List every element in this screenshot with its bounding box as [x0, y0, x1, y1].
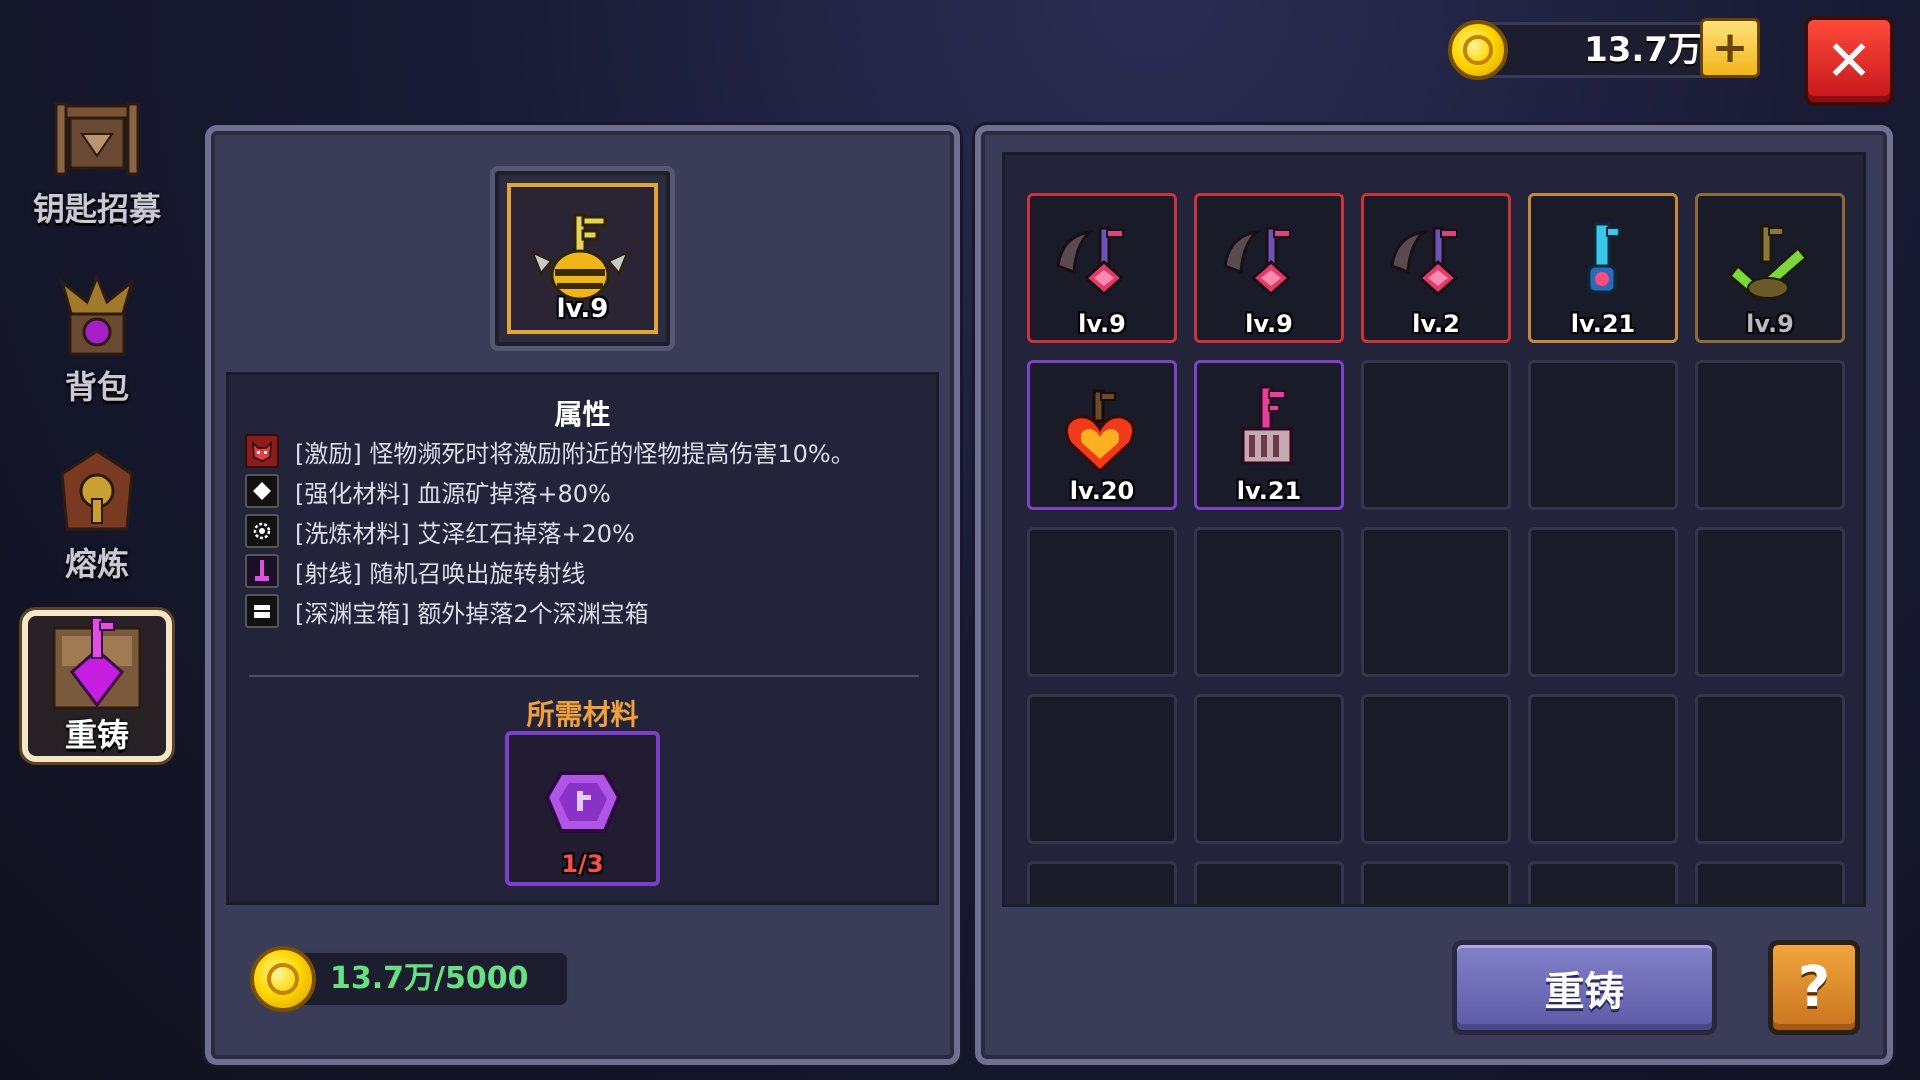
inventory-empty-slot[interactable] — [1027, 861, 1177, 904]
inventory-empty-slot[interactable] — [1695, 360, 1845, 510]
equipped-item-slot[interactable]: lv.9 — [507, 183, 658, 334]
inventory-item-slot[interactable]: lv.9 — [1194, 193, 1344, 343]
inventory-empty-slot[interactable] — [1528, 861, 1678, 904]
inventory-empty-slot[interactable] — [1695, 861, 1845, 904]
sidebar-item-reforge[interactable]: 重铸 — [22, 610, 172, 762]
gear-stone-icon — [245, 514, 279, 548]
inventory-empty-slot[interactable] — [1027, 694, 1177, 844]
divider — [249, 675, 919, 677]
inventory-empty-slot[interactable] — [1528, 694, 1678, 844]
ore-diamond-icon — [245, 474, 279, 508]
inventory-item-slot[interactable]: lv.21 — [1528, 193, 1678, 343]
inventory-item-slot[interactable]: lv.2 — [1361, 193, 1511, 343]
attribute-text: [射线] 随机召唤出旋转射线 — [295, 559, 586, 588]
inventory-empty-slot[interactable] — [1695, 527, 1845, 677]
recruit-banner-icon — [42, 84, 152, 194]
attribute-text: [激励] 怪物濒死时将激励附近的怪物提高伤害10%。 — [295, 439, 855, 468]
inventory-empty-slot[interactable] — [1361, 694, 1511, 844]
attribute-row: [激励] 怪物濒死时将激励附近的怪物提高伤害10%。 — [245, 431, 935, 471]
demon-face-icon — [245, 434, 279, 468]
attribute-row: [射线] 随机召唤出旋转射线 — [245, 551, 935, 591]
attributes-list: [激励] 怪物濒死时将激励附近的怪物提高伤害10%。 [强化材料] 血源矿掉落+… — [245, 431, 935, 631]
inventory-item-level: lv.2 — [1412, 310, 1460, 338]
reforge-button[interactable]: 重铸 — [1452, 940, 1717, 1035]
inventory-empty-slot[interactable] — [1194, 527, 1344, 677]
sidebar: 钥匙招募 背包 熔炼 重铸 — [22, 70, 172, 770]
chest-icon — [245, 594, 279, 628]
close-button[interactable]: ✕ — [1804, 16, 1894, 106]
inventory-item-level: lv.20 — [1069, 477, 1135, 505]
equipped-item-level: lv.9 — [556, 294, 609, 324]
inventory-item-level: lv.9 — [1746, 310, 1794, 338]
inventory-item-slot[interactable]: lv.9 — [1027, 193, 1177, 343]
inventory-empty-slot[interactable] — [1194, 861, 1344, 904]
inventory-item-level: lv.21 — [1570, 310, 1636, 338]
add-currency-button[interactable]: + — [1700, 18, 1760, 78]
help-button[interactable]: ? — [1768, 940, 1860, 1035]
attributes-title: 属性 — [554, 398, 611, 431]
attribute-row: [深渊宝箱] 额外掉落2个深渊宝箱 — [245, 591, 935, 631]
inventory-empty-slot[interactable] — [1528, 527, 1678, 677]
inventory-item-level: lv.9 — [1245, 310, 1293, 338]
attributes-box: 属性 [激励] 怪物濒死时将激励附近的怪物提高伤害10%。 [强化材料] 血源矿… — [226, 372, 939, 905]
material-slot[interactable]: 1/3 — [505, 731, 660, 886]
inventory-empty-slot[interactable] — [1695, 694, 1845, 844]
inventory-empty-slot[interactable] — [1361, 861, 1511, 904]
inventory-empty-slot[interactable] — [1194, 694, 1344, 844]
inventory-empty-slot[interactable] — [1027, 527, 1177, 677]
inventory-item-slot[interactable]: lv.20 — [1027, 360, 1177, 510]
inventory-item-level: lv.9 — [1078, 310, 1126, 338]
attribute-row: [洗炼材料] 艾泽红石掉落+20% — [245, 511, 935, 551]
sidebar-item-backpack[interactable]: 背包 — [22, 248, 172, 408]
sidebar-item-recruit[interactable]: 钥匙招募 — [22, 70, 172, 230]
attribute-text: [强化材料] 血源矿掉落+80% — [295, 479, 611, 508]
attribute-row: [强化材料] 血源矿掉落+80% — [245, 471, 935, 511]
reforge-key-icon — [42, 610, 152, 720]
gold-coin-icon — [1448, 20, 1508, 80]
inventory-item-slot[interactable]: lv.9 — [1695, 193, 1845, 343]
smelt-furnace-icon — [42, 439, 152, 549]
materials-title: 所需材料 — [526, 698, 639, 731]
inventory-grid-area: lv.9 lv.9 lv.2 lv.21 lv.9 lv.20 lv.21 — [1002, 152, 1866, 907]
cost-text: 13.7万/5000 — [330, 961, 529, 996]
attribute-text: [深渊宝箱] 额外掉落2个深渊宝箱 — [295, 599, 649, 628]
inventory-empty-slot[interactable] — [1528, 360, 1678, 510]
material-count: 1/3 — [561, 850, 604, 878]
currency-amount: 13.7万 — [1584, 30, 1702, 70]
inventory-empty-slot[interactable] — [1361, 360, 1511, 510]
attribute-text: [洗炼材料] 艾泽红石掉落+20% — [295, 519, 635, 548]
inventory-empty-slot[interactable] — [1361, 527, 1511, 677]
inventory-grid: lv.9 lv.9 lv.2 lv.21 lv.9 lv.20 lv.21 — [1005, 155, 1863, 904]
inventory-item-slot[interactable]: lv.21 — [1194, 360, 1344, 510]
sidebar-item-smelt[interactable]: 熔炼 — [22, 425, 172, 585]
beam-icon — [245, 554, 279, 588]
inventory-item-level: lv.21 — [1236, 477, 1302, 505]
gold-coin-icon — [250, 946, 316, 1012]
backpack-chest-icon — [42, 262, 152, 372]
